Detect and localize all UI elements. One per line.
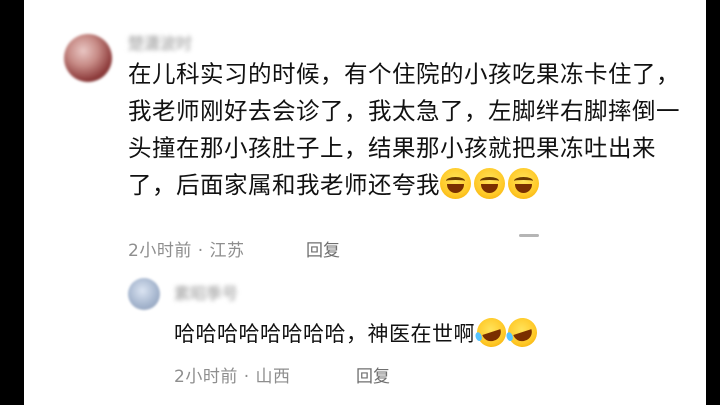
- comment-text: 在儿科实习的时候，有个住院的小孩吃果冻卡住了，我老师刚好去会诊了，我太急了，左脚…: [128, 56, 698, 204]
- sweat-smile-icon: [508, 168, 539, 199]
- avatar[interactable]: [64, 34, 112, 82]
- reply-button[interactable]: 回复: [356, 362, 390, 387]
- reply-button[interactable]: 回复: [306, 236, 340, 261]
- comment-author[interactable]: 楚潇波时: [128, 30, 192, 54]
- more-options-icon[interactable]: [519, 234, 539, 237]
- comment-meta: 2小时前 · 江苏: [128, 236, 245, 261]
- reply-body: 哈哈哈哈哈哈哈哈，神医在世啊: [174, 322, 475, 346]
- screen-edge: [706, 0, 720, 405]
- reply-time: 2小时前: [174, 367, 238, 387]
- laughing-tears-icon: [473, 314, 510, 351]
- sweat-smile-icon: [474, 168, 505, 199]
- comment-body: 在儿科实习的时候，有个住院的小孩吃果冻卡住了，我老师刚好去会诊了，我太急了，左脚…: [128, 60, 680, 199]
- meta-separator: ·: [237, 367, 256, 387]
- reply-location: 山西: [255, 367, 291, 387]
- sweat-smile-icon: [440, 168, 471, 199]
- laughing-tears-icon: [504, 314, 541, 351]
- comment-location: 江苏: [209, 241, 245, 261]
- reply-text: 哈哈哈哈哈哈哈哈，神医在世啊: [174, 314, 541, 351]
- comment-card: 楚潇波时 在儿科实习的时候，有个住院的小孩吃果冻卡住了，我老师刚好去会诊了，我太…: [24, 0, 714, 405]
- reply-author[interactable]: 素昭季号: [174, 280, 238, 304]
- meta-separator: ·: [191, 241, 210, 261]
- reply-avatar[interactable]: [128, 278, 160, 310]
- comment-time: 2小时前: [128, 241, 192, 261]
- reply-meta: 2小时前 · 山西: [174, 362, 291, 387]
